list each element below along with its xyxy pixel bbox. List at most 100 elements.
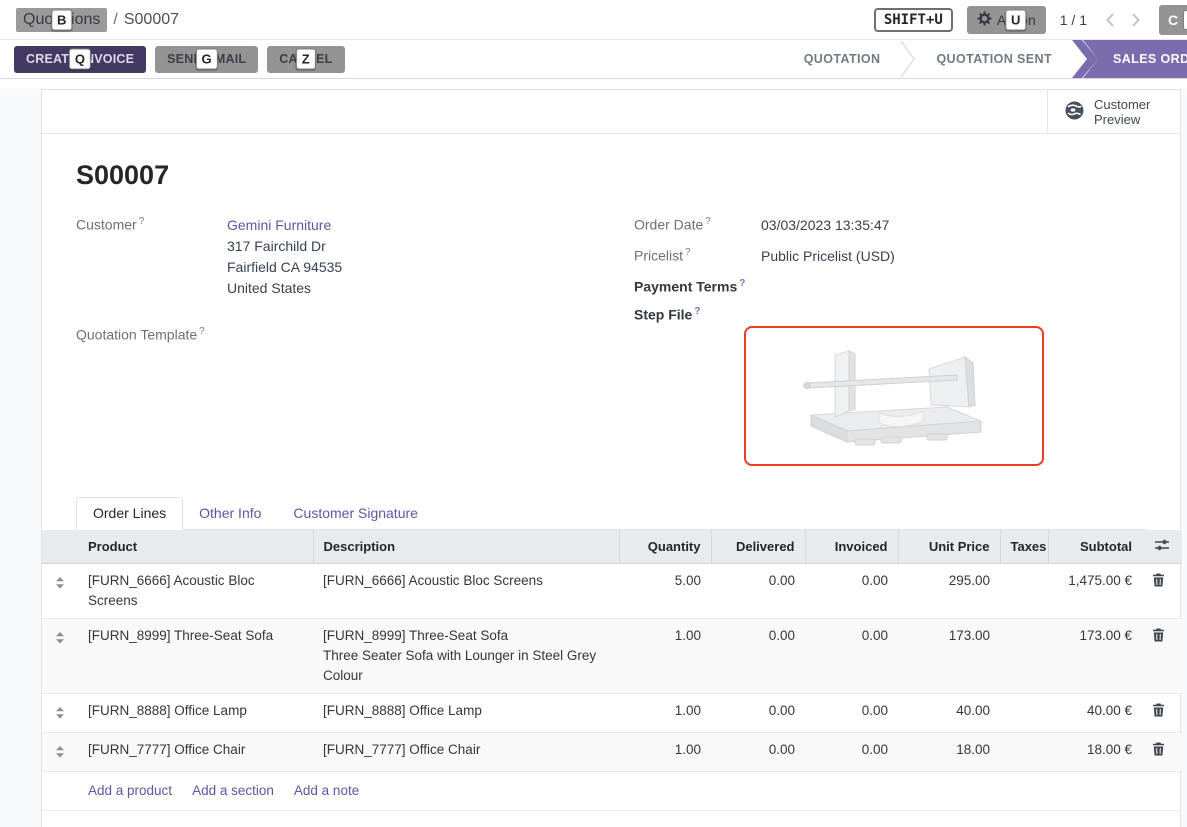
add-a-section-link[interactable]: Add a section xyxy=(192,783,274,798)
cell-delete[interactable] xyxy=(1142,563,1182,618)
field-order-date: Order Date? 03/03/2023 13:35:47 xyxy=(634,215,1146,236)
cell-delivered[interactable]: 0.00 xyxy=(711,563,805,618)
pager-counter: 1 / 1 xyxy=(1060,12,1087,28)
cell-product[interactable]: [FURN_6666] Acoustic Bloc Screens xyxy=(78,563,313,618)
help-marker: ? xyxy=(199,326,205,337)
cell-subtotal: 1,475.00 € xyxy=(1048,563,1142,618)
pager-nav xyxy=(1101,10,1145,30)
breadcrumb-current: S00007 xyxy=(124,11,179,29)
globe-icon xyxy=(1064,100,1085,124)
cell-unit-price[interactable]: 295.00 xyxy=(898,563,1000,618)
status-step-quotation-sent[interactable]: QUOTATION SENT xyxy=(916,40,1072,78)
columns-adjust-icon[interactable] xyxy=(1154,538,1170,552)
column-header-quantity: Quantity xyxy=(619,530,711,563)
customer-field-label: Customer? xyxy=(76,215,227,299)
cell-taxes[interactable] xyxy=(1000,693,1048,732)
cell-unit-price[interactable]: 173.00 xyxy=(898,618,1000,693)
customer-link[interactable]: Gemini Furniture xyxy=(227,217,331,233)
cell-quantity[interactable]: 1.00 xyxy=(619,732,711,771)
customer-preview-label: Customer Preview xyxy=(1094,97,1158,127)
help-marker: ? xyxy=(739,278,745,289)
cell-delivered[interactable]: 0.00 xyxy=(711,693,805,732)
cell-product[interactable]: [FURN_7777] Office Chair xyxy=(78,732,313,771)
cancel-button[interactable]: CANCEL Z xyxy=(267,46,344,73)
cell-taxes[interactable] xyxy=(1000,618,1048,693)
cell-subtotal: 173.00 € xyxy=(1048,618,1142,693)
add-a-note-link[interactable]: Add a note xyxy=(294,783,359,798)
keyboard-hint-badge: B xyxy=(51,9,72,30)
cell-invoiced[interactable]: 0.00 xyxy=(805,563,898,618)
column-header-taxes: Taxes xyxy=(1000,530,1048,563)
notebook-tabs: Order Lines Other Info Customer Signatur… xyxy=(76,497,1146,530)
field-group: Customer? Gemini Furniture 317 Fairchild… xyxy=(76,215,1146,466)
address-line: Fairfield CA 94535 xyxy=(227,257,342,278)
status-step-quotation[interactable]: QUOTATION xyxy=(784,40,901,78)
order-date-field-value[interactable]: 03/03/2023 13:35:47 xyxy=(761,215,889,236)
column-header-subtotal: Subtotal xyxy=(1048,530,1142,563)
drag-handle-icon xyxy=(55,746,65,758)
field-customer: Customer? Gemini Furniture 317 Fairchild… xyxy=(76,215,588,299)
tab-other-info[interactable]: Other Info xyxy=(183,498,277,529)
gear-icon xyxy=(977,11,992,29)
keyboard-hint-badge: G xyxy=(196,49,218,70)
field-payment-terms: Payment Terms? xyxy=(634,277,1146,295)
cell-description[interactable]: [FURN_7777] Office Chair xyxy=(313,732,619,771)
drag-handle[interactable] xyxy=(42,618,78,693)
cell-product[interactable]: [FURN_8999] Three-Seat Sofa xyxy=(78,618,313,693)
cell-delete[interactable] xyxy=(1142,618,1182,693)
trash-icon xyxy=(1152,703,1165,717)
cell-unit-price[interactable]: 40.00 xyxy=(898,693,1000,732)
cell-taxes[interactable] xyxy=(1000,563,1048,618)
cell-quantity[interactable]: 1.00 xyxy=(619,693,711,732)
send-email-button[interactable]: SEND EMAIL G xyxy=(155,46,258,73)
status-arrow-icon xyxy=(1072,40,1100,78)
cell-delete[interactable] xyxy=(1142,693,1182,732)
drag-handle[interactable] xyxy=(42,563,78,618)
table-footer-links-row: Add a product Add a section Add a note xyxy=(42,771,1182,810)
cell-delivered[interactable]: 0.00 xyxy=(711,732,805,771)
help-marker: ? xyxy=(139,216,145,227)
field-column-right: Order Date? 03/03/2023 13:35:47 Pricelis… xyxy=(634,215,1146,466)
cell-description[interactable]: [FURN_8999] Three-Seat Sofa Three Seater… xyxy=(313,618,619,693)
tab-order-lines[interactable]: Order Lines xyxy=(76,497,183,530)
customer-preview-button[interactable]: Customer Preview xyxy=(1047,90,1180,133)
cell-unit-price[interactable]: 18.00 xyxy=(898,732,1000,771)
cell-quantity[interactable]: 1.00 xyxy=(619,618,711,693)
action-menu-button[interactable]: Action U xyxy=(967,6,1046,34)
cell-subtotal: 40.00 € xyxy=(1048,693,1142,732)
drag-handle[interactable] xyxy=(42,693,78,732)
cell-invoiced[interactable]: 0.00 xyxy=(805,732,898,771)
cell-description[interactable]: [FURN_6666] Acoustic Bloc Screens xyxy=(313,563,619,618)
pricelist-field-value[interactable]: Public Pricelist (USD) xyxy=(761,246,895,267)
keyboard-hint-badge: Z xyxy=(296,49,316,70)
field-pricelist: Pricelist? Public Pricelist (USD) xyxy=(634,246,1146,267)
cell-taxes[interactable] xyxy=(1000,732,1048,771)
cell-delete[interactable] xyxy=(1142,732,1182,771)
cell-product[interactable]: [FURN_8888] Office Lamp xyxy=(78,693,313,732)
payment-terms-field-label: Payment Terms? xyxy=(634,277,761,295)
field-step-file: Step File? xyxy=(634,305,1146,323)
drag-handle-icon xyxy=(55,707,65,719)
add-a-product-link[interactable]: Add a product xyxy=(88,783,172,798)
cell-invoiced[interactable]: 0.00 xyxy=(805,618,898,693)
breadcrumb-parent-link[interactable]: Quotations B xyxy=(16,8,107,32)
chevron-separator-icon xyxy=(900,40,916,78)
column-header-invoiced: Invoiced xyxy=(805,530,898,563)
edge-partial-button[interactable]: C xyxy=(1159,5,1187,35)
step-file-preview[interactable] xyxy=(744,326,1044,466)
help-marker: ? xyxy=(685,247,691,258)
cell-delivered[interactable]: 0.00 xyxy=(711,618,805,693)
drag-handle[interactable] xyxy=(42,732,78,771)
pager-prev-icon[interactable] xyxy=(1101,10,1121,30)
tab-customer-signature[interactable]: Customer Signature xyxy=(277,498,434,529)
page-title: S00007 xyxy=(76,160,1146,191)
address-line: United States xyxy=(227,278,342,299)
edge-partial-label: C xyxy=(1168,12,1178,28)
quotation-template-field-label: Quotation Template? xyxy=(76,325,227,343)
create-invoice-button[interactable]: CREATE INVOICE Q xyxy=(14,46,146,73)
cell-subtotal: 18.00 € xyxy=(1048,732,1142,771)
cell-description[interactable]: [FURN_8888] Office Lamp xyxy=(313,693,619,732)
pager-next-icon[interactable] xyxy=(1125,10,1145,30)
cell-invoiced[interactable]: 0.00 xyxy=(805,693,898,732)
cell-quantity[interactable]: 5.00 xyxy=(619,563,711,618)
